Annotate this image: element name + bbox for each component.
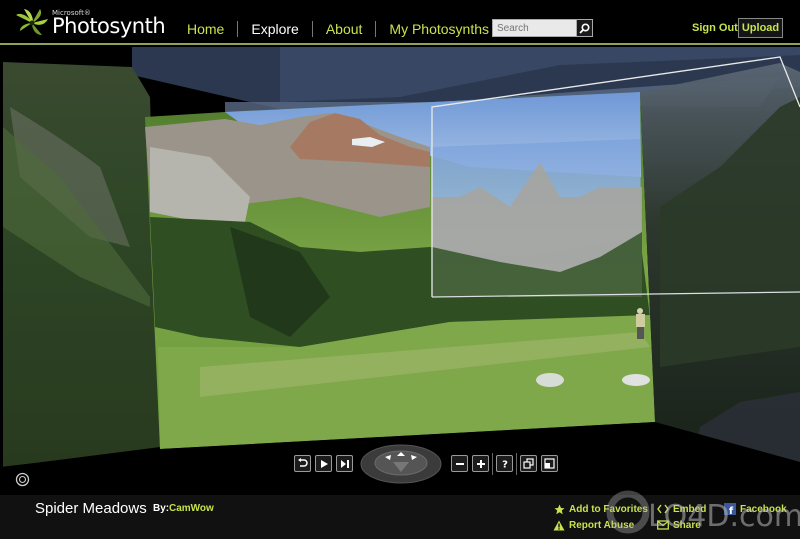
main-nav: Home Explore About My Photosynths — [180, 20, 502, 38]
viewer-controls: ? — [0, 444, 800, 486]
fullscreen-icon — [544, 458, 555, 469]
report-abuse-link[interactable]: Report Abuse — [553, 519, 634, 531]
synth-scene[interactable] — [0, 47, 800, 495]
zoom-out-button[interactable] — [451, 455, 468, 472]
help-button[interactable]: ? — [496, 455, 513, 472]
add-to-favorites-label: Add to Favorites — [569, 503, 648, 515]
embed-label: Embed — [673, 503, 707, 515]
star-icon — [553, 503, 565, 515]
copyright-info-icon[interactable] — [15, 472, 30, 487]
minus-icon — [455, 462, 464, 465]
overlay-toggle-icon — [523, 458, 534, 469]
brand-name: Photosynth — [52, 14, 166, 38]
search-input[interactable] — [493, 20, 576, 36]
play-button[interactable] — [315, 455, 332, 472]
nav-home[interactable]: Home — [180, 20, 237, 38]
nav-about[interactable]: About — [313, 20, 376, 38]
search-icon — [579, 22, 590, 34]
mail-icon — [657, 519, 669, 531]
reset-button[interactable] — [294, 455, 311, 472]
nav-my-photosynths[interactable]: My Photosynths — [376, 20, 502, 38]
zoom-in-button[interactable] — [472, 455, 489, 472]
embed-icon — [657, 503, 669, 515]
by-label: By: — [153, 503, 170, 514]
facebook-icon: f — [724, 503, 736, 515]
overlay-toggle-button[interactable] — [520, 455, 537, 472]
synth-title: Spider Meadows — [35, 500, 147, 517]
svg-text:f: f — [729, 506, 734, 515]
navigation-pad[interactable] — [360, 443, 442, 485]
control-separator — [516, 453, 517, 475]
upload-button[interactable]: Upload — [738, 18, 783, 38]
facebook-label: Facebook — [740, 503, 787, 515]
rock — [622, 374, 650, 386]
fullscreen-button[interactable] — [541, 455, 558, 472]
leaf-logo-icon — [16, 9, 48, 35]
author-link[interactable]: CamWow — [169, 503, 214, 514]
nav-explore[interactable]: Explore — [238, 20, 311, 38]
report-abuse-label: Report Abuse — [569, 519, 635, 531]
embed-link[interactable]: Embed — [657, 503, 706, 515]
sign-out-link[interactable]: Sign Out — [692, 22, 738, 34]
undo-icon — [298, 458, 308, 467]
rock — [536, 373, 564, 387]
help-icon: ? — [502, 460, 508, 470]
synth-info-bar: Spider Meadows By: CamWow Add to Favorit… — [0, 495, 800, 539]
search-button[interactable] — [576, 20, 592, 36]
warning-icon — [553, 519, 565, 531]
skip-next-icon — [340, 459, 349, 468]
play-icon — [320, 459, 328, 468]
search-box — [492, 19, 593, 37]
add-to-favorites-link[interactable]: Add to Favorites — [553, 503, 648, 515]
next-button[interactable] — [336, 455, 353, 472]
svg-text:?: ? — [502, 460, 508, 470]
site-header: Microsoft® Photosynth Home Explore About… — [0, 0, 800, 45]
photosynth-logo[interactable]: Microsoft® Photosynth — [14, 5, 166, 41]
plus-icon — [476, 459, 485, 468]
share-link[interactable]: Share — [657, 519, 701, 531]
photosynth-viewer[interactable] — [0, 47, 800, 495]
facebook-link[interactable]: f Facebook — [724, 503, 787, 515]
control-separator — [492, 453, 493, 475]
share-label: Share — [673, 519, 701, 531]
